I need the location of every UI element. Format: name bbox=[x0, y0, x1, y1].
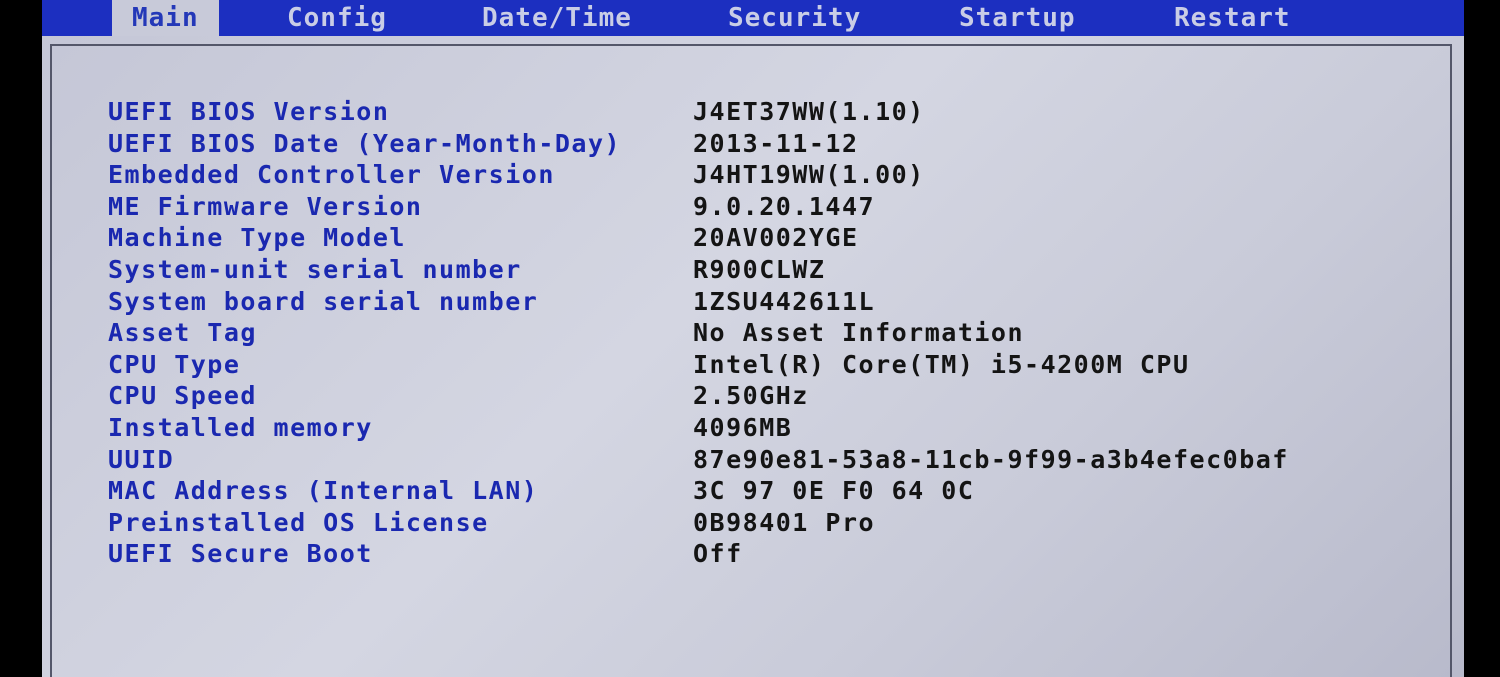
info-value: 9.0.20.1447 bbox=[693, 191, 876, 221]
info-label: UEFI Secure Boot bbox=[108, 539, 373, 569]
tab-startup[interactable]: Startup bbox=[959, 0, 1076, 36]
info-value: 4096MB bbox=[693, 412, 793, 442]
info-value: Off bbox=[693, 539, 743, 569]
info-value: 3C 97 0E F0 64 0C bbox=[693, 476, 975, 506]
info-value: R900CLWZ bbox=[693, 254, 826, 284]
info-value: Intel(R) Core(TM) i5-4200M CPU bbox=[693, 349, 1190, 379]
info-value: 2.50GHz bbox=[693, 381, 809, 411]
menu-bar: Main Config Date/Time Security Startup R… bbox=[42, 0, 1464, 36]
info-label: UEFI BIOS Version bbox=[108, 97, 390, 126]
info-label: UEFI BIOS Date (Year-Month-Day) bbox=[108, 128, 622, 158]
info-label: Preinstalled OS License bbox=[108, 507, 489, 537]
info-value: 87e90e81-53a8-11cb-9f99-a3b4efec0baf bbox=[693, 444, 1289, 474]
tab-config[interactable]: Config bbox=[287, 0, 387, 36]
info-label: UUID bbox=[108, 444, 175, 474]
info-label: CPU Type bbox=[108, 349, 241, 379]
info-label: System-unit serial number bbox=[108, 254, 522, 284]
info-value: J4HT19WW(1.00) bbox=[693, 160, 925, 190]
info-value: 2013-11-12 bbox=[693, 128, 859, 158]
info-label: CPU Speed bbox=[108, 381, 257, 411]
info-label: Embedded Controller Version bbox=[108, 160, 555, 190]
bios-screen: Main Config Date/Time Security Startup R… bbox=[42, 0, 1464, 677]
tab-security[interactable]: Security bbox=[728, 0, 861, 36]
tab-restart[interactable]: Restart bbox=[1174, 0, 1291, 36]
info-label: Installed memory bbox=[108, 412, 373, 442]
info-value: J4ET37WW(1.10) bbox=[693, 97, 925, 126]
tab-main[interactable]: Main bbox=[112, 0, 219, 36]
tab-date-time[interactable]: Date/Time bbox=[482, 0, 632, 36]
info-label: Asset Tag bbox=[108, 318, 257, 348]
info-value: 20AV002YGE bbox=[693, 223, 859, 253]
info-label: System board serial number bbox=[108, 286, 539, 316]
info-value: 1ZSU442611L bbox=[693, 286, 876, 316]
info-value: 0B98401 Pro bbox=[693, 507, 876, 537]
info-label: ME Firmware Version bbox=[108, 191, 423, 221]
info-label: Machine Type Model bbox=[108, 223, 406, 253]
info-value: No Asset Information bbox=[693, 318, 1025, 348]
info-label: MAC Address (Internal LAN) bbox=[108, 476, 539, 506]
